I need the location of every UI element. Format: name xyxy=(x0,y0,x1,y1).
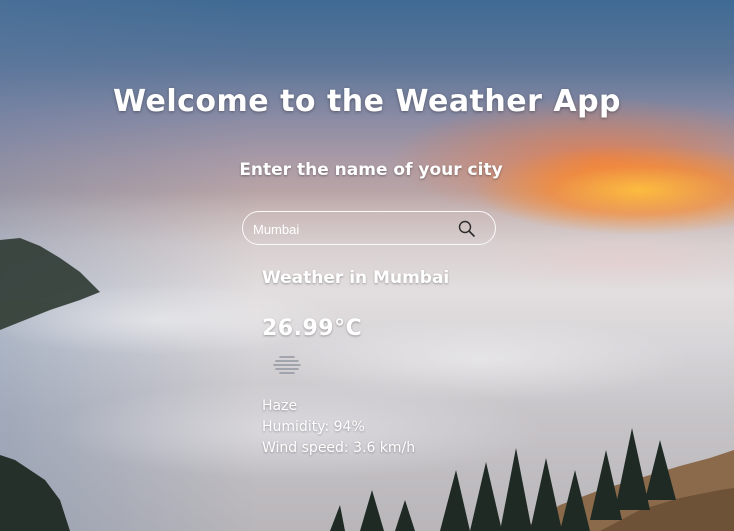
weather-heading: Weather in Mumbai xyxy=(262,268,450,288)
search-icon xyxy=(458,220,475,237)
search-box xyxy=(242,211,496,245)
wind-speed-value: Wind speed: 3.6 km/h xyxy=(262,440,416,456)
app-title: Welcome to the Weather App xyxy=(112,84,622,119)
search-button[interactable] xyxy=(457,219,477,239)
weather-details: Haze Humidity: 94% Wind speed: 3.6 km/h xyxy=(262,396,415,459)
weather-result: Weather in Mumbai 26.99°C Haze Humidity:… xyxy=(262,268,562,456)
app-container: Welcome to the Weather App Enter the nam… xyxy=(0,0,734,531)
haze-icon xyxy=(272,354,304,378)
city-search-input[interactable] xyxy=(253,219,443,239)
city-prompt: Enter the name of your city xyxy=(239,160,503,180)
temperature-value: 26.99°C xyxy=(262,316,363,341)
humidity-value: Humidity: 94% xyxy=(262,419,365,435)
weather-description: Haze xyxy=(262,398,298,414)
